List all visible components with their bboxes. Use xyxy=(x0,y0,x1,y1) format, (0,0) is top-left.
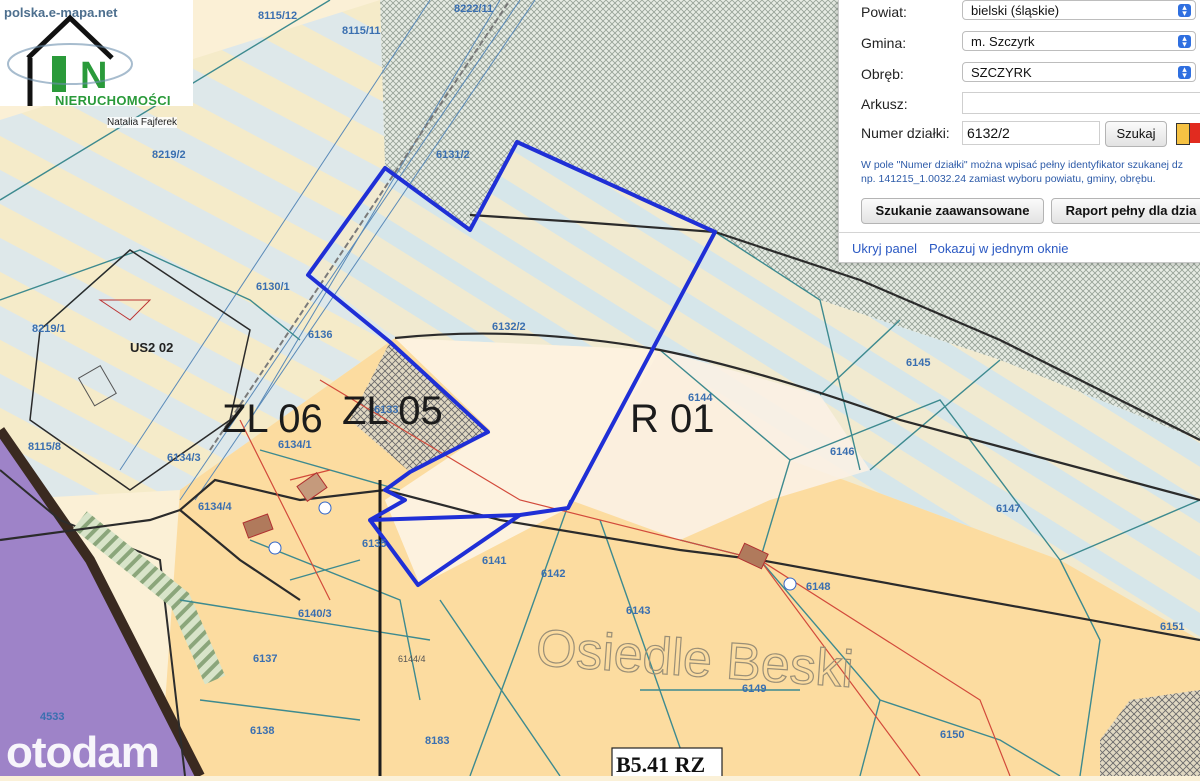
watermark: otodam xyxy=(6,728,160,777)
parcel-label: 8219/1 xyxy=(32,323,66,335)
gmina-label: Gmina: xyxy=(861,35,907,51)
obreb-label: Obręb: xyxy=(861,66,904,82)
parcel-label: 6133 xyxy=(374,404,398,416)
arkusz-row: Arkusz: xyxy=(839,92,1200,116)
numer-row: Numer działki: 6132/2 Szukaj xyxy=(839,121,1200,149)
parcel-label: 6138 xyxy=(250,725,274,737)
house-logo-icon: N xyxy=(7,14,133,106)
parcel-label: 4533 xyxy=(40,711,64,723)
obreb-select[interactable]: SZCZYRK ▴ ▾ xyxy=(962,62,1196,82)
numer-label: Numer działki: xyxy=(861,125,950,141)
panel-divider xyxy=(839,232,1200,233)
parcel-label: 8183 xyxy=(425,735,449,747)
hide-panel-link[interactable]: Ukryj panel xyxy=(852,241,917,256)
parcel-label: 6147 xyxy=(996,503,1020,515)
parcel-label: 6137 xyxy=(253,653,277,665)
parcel-label: 8115/12 xyxy=(258,10,297,22)
search-panel: Powiat: bielski (śląskie) ▴ ▾ Gmina: m. S… xyxy=(838,0,1200,263)
parcel-label: 6131/2 xyxy=(436,149,470,161)
full-report-button[interactable]: Raport pełny dla dzia xyxy=(1051,198,1200,224)
powiat-row: Powiat: bielski (śląskie) ▴ ▾ xyxy=(839,0,1200,24)
gmina-value: m. Szczyrk xyxy=(971,34,1035,49)
parcel-label: 6134/4 xyxy=(198,501,233,513)
single-window-link[interactable]: Pokazuj w jednym oknie xyxy=(929,241,1068,256)
parcel-label: 6134/3 xyxy=(167,452,201,464)
parcel-label: 8222/11 xyxy=(454,3,493,15)
parcel-label: 6144 xyxy=(688,392,713,404)
parcel-label: 8115/11 xyxy=(342,25,381,37)
logo-owner-wrapper: Natalia Fajferek xyxy=(107,112,178,130)
parcel-label: 6143 xyxy=(626,605,650,617)
parcel-label: 8219/2 xyxy=(152,149,186,161)
parcel-label: 6149 xyxy=(742,683,766,695)
parcel-label: 6136 xyxy=(308,329,332,341)
parcel-label: 6146 xyxy=(830,446,854,458)
parcel-label: 6134/1 xyxy=(278,439,312,451)
site-logo[interactable]: polska.e-mapa.net N NIERUCHOMOŚCI xyxy=(0,0,193,108)
gmina-row: Gmina: m. Szczyrk ▴ ▾ xyxy=(839,31,1200,55)
chevron-updown-icon: ▴ ▾ xyxy=(1178,34,1191,49)
parcel-label: 6140/3 xyxy=(298,608,332,620)
zone-label-us2: US2 02 xyxy=(130,340,173,355)
parcel-label: 6144/4 xyxy=(398,654,426,664)
advanced-search-button[interactable]: Szukanie zaawansowane xyxy=(861,198,1044,224)
arkusz-input[interactable] xyxy=(962,92,1200,114)
help-line-2: np. 141215_1.0032.24 zamiast wyboru powi… xyxy=(861,173,1156,185)
zone-label-zl06: ZL 06 xyxy=(222,397,323,441)
chevron-updown-icon: ▴ ▾ xyxy=(1178,3,1191,18)
help-text: W pole "Numer działki" można wpisać pełn… xyxy=(861,158,1200,186)
parcel-label: 8115/8 xyxy=(28,441,61,453)
parcel-label: 6132/2 xyxy=(492,321,526,333)
bottom-label: B5.41 RZ xyxy=(616,752,705,776)
arkusz-label: Arkusz: xyxy=(861,96,908,112)
parcel-label: 6141 xyxy=(482,555,506,567)
parcel-number-input[interactable]: 6132/2 xyxy=(962,121,1100,145)
obreb-value: SZCZYRK xyxy=(971,65,1032,80)
powiat-select[interactable]: bielski (śląskie) ▴ ▾ xyxy=(962,0,1196,20)
powiat-label: Powiat: xyxy=(861,4,907,20)
obreb-row: Obręb: SZCZYRK ▴ ▾ xyxy=(839,62,1200,86)
parcel-label: 6150 xyxy=(940,729,964,741)
parcel-label: 6148 xyxy=(806,581,830,593)
help-line-1: W pole "Numer działki" można wpisać pełn… xyxy=(861,159,1184,171)
parcel-label: 6145 xyxy=(906,357,930,369)
logo-owner: Natalia Fajferek xyxy=(107,117,178,128)
chevron-updown-icon: ▴ ▾ xyxy=(1178,65,1191,80)
logo-brand: NIERUCHOMOŚCI xyxy=(55,93,171,108)
parcel-label: 6151 xyxy=(1160,621,1184,633)
color-swatch-yellow[interactable] xyxy=(1176,123,1190,145)
svg-text:N: N xyxy=(80,55,107,97)
powiat-value: bielski (śląskie) xyxy=(971,3,1060,18)
parcel-label: 6142 xyxy=(541,568,565,580)
gmina-select[interactable]: m. Szczyrk ▴ ▾ xyxy=(962,31,1196,51)
parcel-label: 6130/1 xyxy=(256,281,290,293)
color-swatch-red[interactable] xyxy=(1190,123,1200,143)
parcel-label: 6135 xyxy=(362,538,386,550)
search-button[interactable]: Szukaj xyxy=(1105,121,1167,147)
